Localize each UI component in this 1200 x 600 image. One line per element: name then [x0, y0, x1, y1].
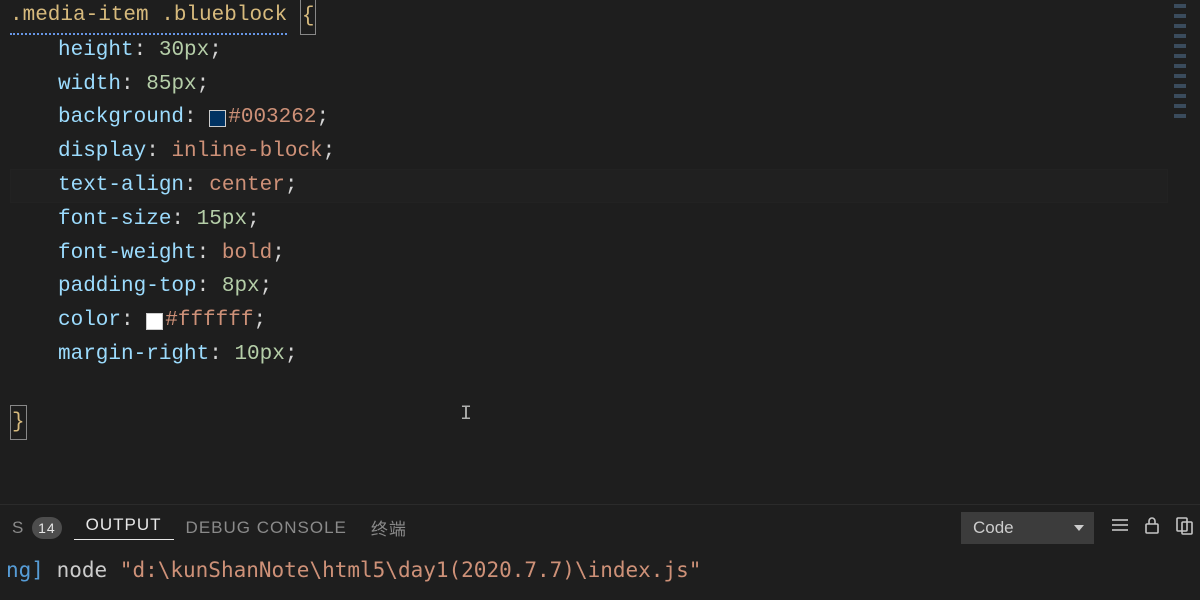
css-value: 10px	[234, 338, 284, 372]
tab-debug-console[interactable]: DEBUG CONSOLE	[174, 518, 359, 538]
code-line-blank[interactable]	[10, 372, 1168, 406]
css-value: #003262	[228, 101, 316, 135]
open-log-icon[interactable]	[1168, 515, 1200, 541]
css-value: 8px	[222, 270, 260, 304]
output-channel-dropdown[interactable]: Code	[961, 512, 1094, 544]
tab-output[interactable]: OUTPUT	[74, 515, 174, 540]
lock-scroll-icon[interactable]	[1136, 515, 1168, 541]
css-property: background	[58, 101, 184, 135]
css-property: font-weight	[58, 237, 197, 271]
css-property: margin-right	[58, 338, 209, 372]
output-channel-select[interactable]: Code	[961, 512, 1094, 544]
css-value: 85px	[146, 68, 196, 102]
code-line[interactable]: color: #ffffff;	[10, 304, 1168, 338]
output-panel-content[interactable]: ng] node "d:\kunShanNote\html5\day1(2020…	[0, 550, 1200, 600]
code-line-blank[interactable]	[10, 439, 1168, 473]
css-property: display	[58, 135, 146, 169]
clear-output-icon[interactable]	[1104, 515, 1136, 541]
css-property: width	[58, 68, 121, 102]
panel-tab-bar: S 14 OUTPUT DEBUG CONSOLE 终端 Code	[0, 504, 1200, 550]
css-value: #ffffff	[165, 304, 253, 338]
code-line[interactable]: .media-item .blueblock {	[10, 0, 1168, 34]
css-selector: .media-item .blueblock	[10, 0, 287, 35]
output-path: "d:\kunShanNote\html5\day1(2020.7.7)\ind…	[120, 558, 702, 582]
code-line[interactable]: height: 30px;	[10, 34, 1168, 68]
code-line[interactable]: display: inline-block;	[10, 135, 1168, 169]
css-property: color	[58, 304, 121, 338]
close-brace: }	[10, 405, 27, 441]
css-value: inline-block	[171, 135, 322, 169]
code-line[interactable]: background: #003262;	[10, 101, 1168, 135]
css-property: padding-top	[58, 270, 197, 304]
code-line[interactable]: width: 85px;	[10, 68, 1168, 102]
code-line[interactable]: font-weight: bold;	[10, 237, 1168, 271]
code-editor[interactable]: .media-item .blueblock { height: 30px;wi…	[0, 0, 1168, 504]
css-property: font-size	[58, 203, 171, 237]
text-cursor: I	[460, 398, 470, 420]
css-value: bold	[222, 237, 272, 271]
code-line[interactable]: text-align: center;	[10, 169, 1168, 203]
minimap[interactable]	[1170, 0, 1200, 504]
open-brace: {	[300, 0, 317, 35]
output-tag: ng]	[6, 558, 44, 582]
color-swatch-icon[interactable]	[146, 313, 163, 330]
color-swatch-icon[interactable]	[209, 110, 226, 127]
code-line[interactable]: font-size: 15px;	[10, 203, 1168, 237]
css-property: text-align	[58, 169, 184, 203]
tab-terminal[interactable]: 终端	[359, 515, 419, 540]
css-value: 15px	[197, 203, 247, 237]
problems-count-badge: 14	[32, 517, 62, 539]
code-line[interactable]: padding-top: 8px;	[10, 270, 1168, 304]
code-line[interactable]: }	[10, 406, 1168, 440]
css-value: center	[209, 169, 285, 203]
css-property: height	[58, 34, 134, 68]
css-value: 30px	[159, 34, 209, 68]
code-line[interactable]: margin-right: 10px;	[10, 338, 1168, 372]
tab-problems[interactable]: S 14	[0, 517, 74, 539]
